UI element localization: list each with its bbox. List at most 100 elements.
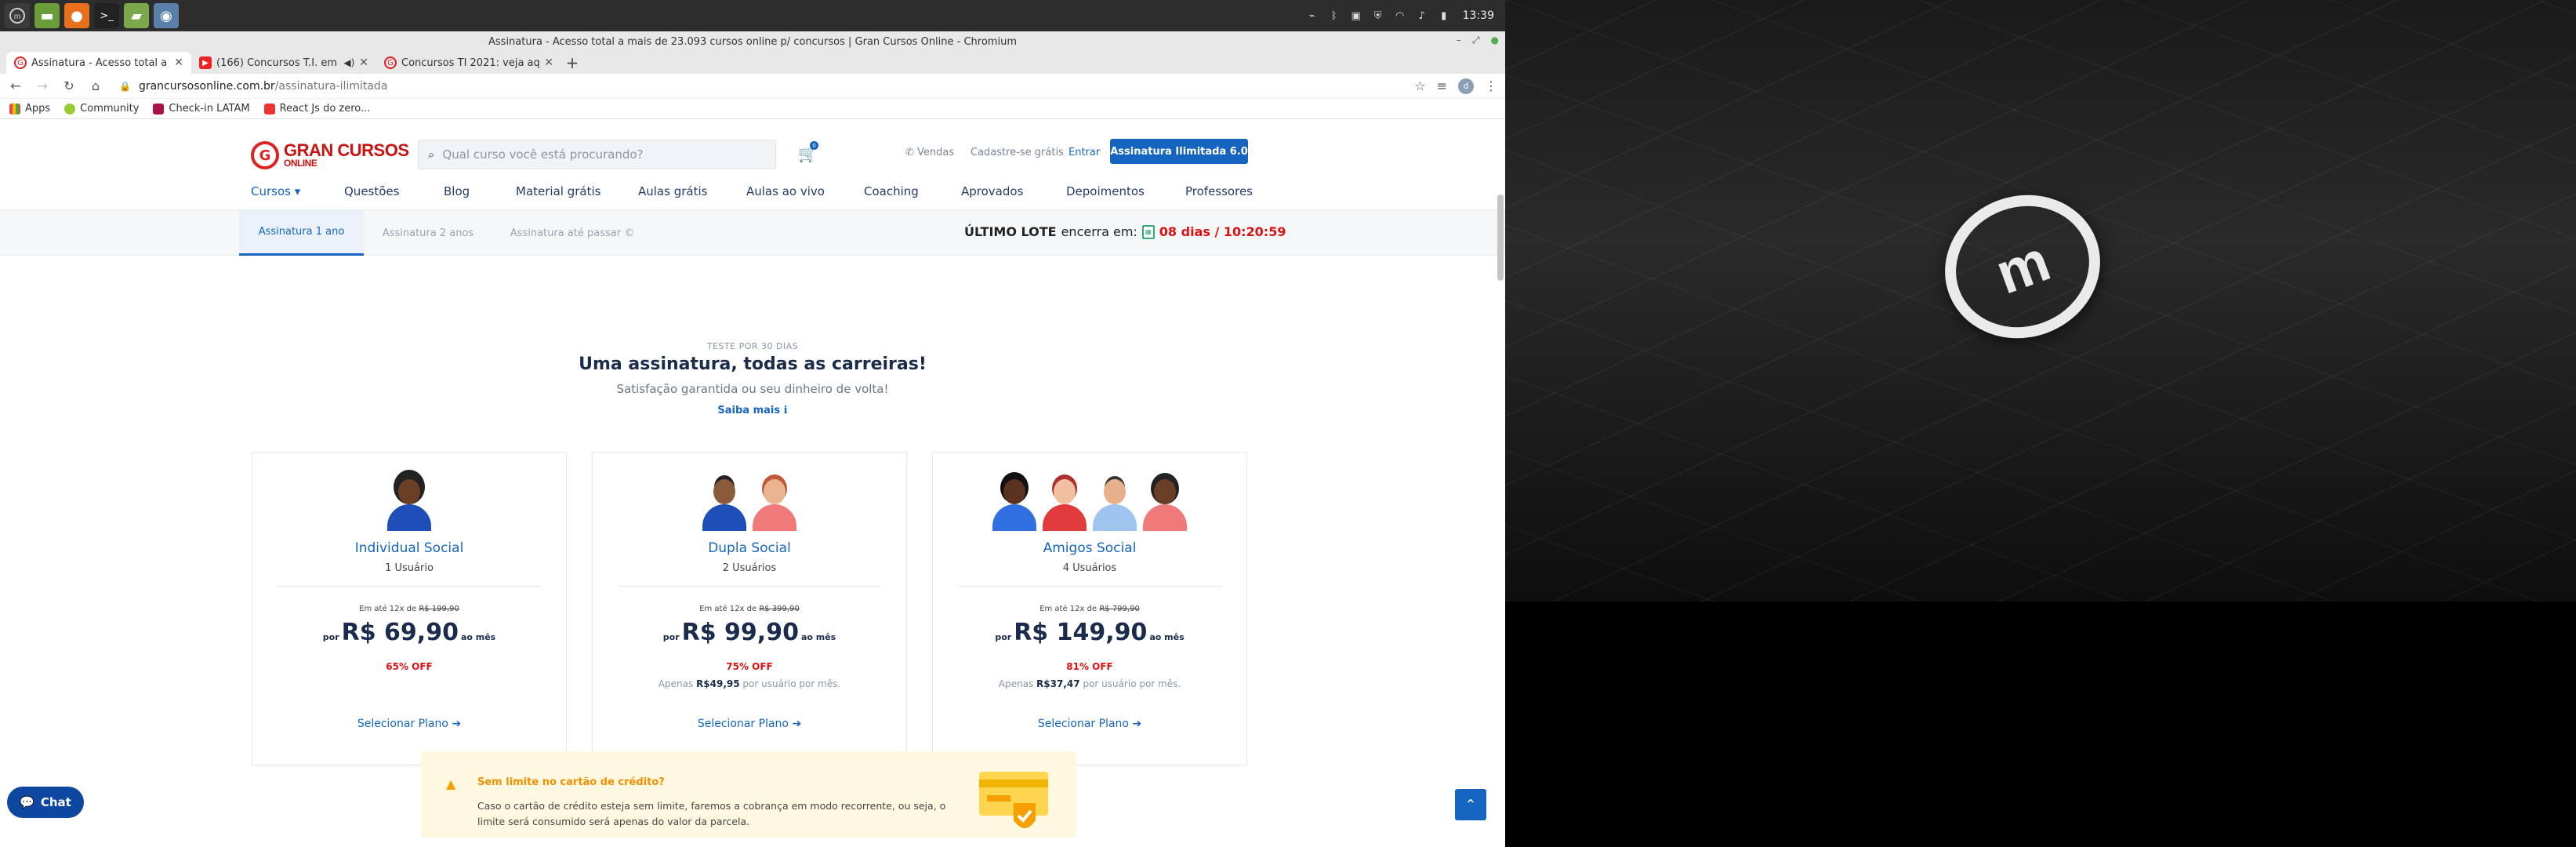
close-icon[interactable]: ● [1491, 35, 1499, 46]
forward-icon[interactable]: → [34, 78, 50, 93]
chat-button[interactable]: 💬 Chat [7, 787, 84, 818]
nav-professores[interactable]: Professores [1185, 184, 1253, 198]
address-bar[interactable]: 🔒 grancursosonline.com.br/assinatura-ili… [114, 76, 1403, 96]
bookmark-react[interactable]: React Js do zero... [263, 103, 370, 115]
select-plan-button[interactable]: Selecionar Plano ➔ [933, 718, 1246, 730]
scrollbar[interactable] [1497, 194, 1504, 281]
terminal-icon[interactable]: >_ [94, 3, 119, 28]
nav-coaching[interactable]: Coaching [864, 184, 919, 198]
bookmark-latam[interactable]: Check-in LATAM [153, 103, 250, 115]
firefox-icon[interactable]: ● [64, 3, 89, 28]
chevron-up-icon: ⌃ [1464, 796, 1477, 813]
react-icon [263, 103, 275, 115]
select-plan-button[interactable]: Selecionar Plano ➔ [593, 718, 906, 730]
minimize-icon[interactable]: – [1457, 35, 1461, 46]
people-illustration [933, 478, 1246, 531]
tab-ate-passar[interactable]: Assinatura até passar © [502, 210, 643, 256]
svg-text:m: m [14, 13, 20, 21]
files-icon[interactable]: ▬ [34, 3, 60, 28]
bookmark-community[interactable]: Community [64, 103, 139, 115]
price: R$ 99,90 [681, 619, 799, 646]
search-icon: ⌕ [428, 147, 435, 162]
youtube-icon: ▶ [199, 56, 212, 69]
nav-blog[interactable]: Blog [444, 184, 470, 198]
gran-favicon-icon: G [14, 56, 27, 69]
battery-icon[interactable]: ▮ [1438, 9, 1450, 22]
credit-card-alert: ▲ Sem limite no cartão de crédito? Caso … [421, 751, 1076, 838]
apps-grid-icon [9, 103, 20, 115]
saiba-mais-link[interactable]: Saiba mais ℹ [0, 405, 1505, 416]
entrar-link[interactable]: Entrar [1068, 147, 1100, 158]
page-title: Uma assinatura, todas as carreiras! [579, 354, 927, 374]
tab-2-anos[interactable]: Assinatura 2 anos [367, 210, 489, 256]
back-icon[interactable]: ← [8, 78, 24, 93]
calendar-icon: ▦ [1141, 224, 1155, 239]
cadastre-link[interactable]: Cadastre-se grátis [971, 147, 1064, 158]
tab-1-ano[interactable]: Assinatura 1 ano [239, 210, 364, 256]
scroll-top-button[interactable]: ⌃ [1455, 789, 1486, 820]
bluetooth-icon[interactable]: ᛒ [1328, 9, 1341, 22]
profile-avatar[interactable]: d [1458, 78, 1474, 94]
new-tab-button[interactable]: + [561, 52, 583, 74]
web-page: G GRAN CURSOS ONLINE ⌕ Qual curso você es… [0, 132, 1505, 847]
assinatura-button[interactable]: Assinatura Ilimitada 6.0 [1110, 139, 1248, 164]
latam-icon [153, 103, 165, 115]
community-icon [64, 103, 76, 115]
discount-badge: 75% OFF [726, 661, 773, 672]
audio-icon[interactable]: ◀) [343, 57, 354, 68]
nav-questoes[interactable]: Questões [344, 184, 399, 198]
plan-tabs: Assinatura 1 ano Assinatura 2 anos Assin… [0, 210, 1505, 256]
star-icon[interactable]: ☆ [1414, 78, 1425, 93]
nav-aulas-vivo[interactable]: Aulas ao vivo [746, 184, 825, 198]
nav-depoimentos[interactable]: Depoimentos [1066, 184, 1145, 198]
kicker: TESTE POR 30 DIAS [706, 341, 799, 351]
select-plan-button[interactable]: Selecionar Plano ➔ [252, 718, 566, 730]
gran-logo[interactable]: G GRAN CURSOS ONLINE [251, 141, 409, 169]
close-tab-icon[interactable]: ✕ [544, 56, 553, 69]
whatsapp-icon: ✆ [905, 147, 914, 158]
clock[interactable]: 13:39 [1463, 9, 1494, 22]
chromium-icon[interactable]: ◉ [154, 3, 179, 28]
menu-dots-icon[interactable]: ⋮ [1485, 78, 1497, 93]
tab-assinatura[interactable]: G Assinatura - Acesso total a mais ✕ [6, 52, 191, 74]
folder-icon[interactable]: ▰ [124, 3, 149, 28]
warning-icon: ▲ [446, 776, 456, 791]
home-icon[interactable]: ⌂ [88, 78, 103, 93]
cart-badge: 0 [810, 141, 818, 150]
cart-icon[interactable]: 🛒 0 [798, 141, 818, 163]
nav-material[interactable]: Material grátis [516, 184, 600, 198]
nav-cursos[interactable]: Cursos ▾ [251, 184, 300, 198]
vendas-link[interactable]: ✆ Vendas [905, 147, 954, 158]
discount-badge: 81% OFF [1066, 661, 1113, 672]
maximize-icon[interactable]: ⤢ [1472, 35, 1480, 46]
wifi-icon[interactable]: ◠ [1394, 9, 1406, 22]
discount-badge: 65% OFF [386, 661, 433, 672]
chat-icon: 💬 [20, 795, 34, 809]
tab-concursos[interactable]: G Concursos TI 2021: veja aqui as ✕ [376, 52, 561, 74]
search-input[interactable]: ⌕ Qual curso você está procurando? [418, 140, 776, 169]
menu-icon[interactable]: m [5, 3, 30, 28]
plan-card-dupla: Dupla Social 2 Usuários Em até 12x de R$… [592, 452, 907, 765]
shield-icon[interactable]: ⛨ [1372, 9, 1384, 22]
reload-icon[interactable]: ↻ [61, 78, 77, 93]
window-title: Assinatura - Acesso total a mais de 23.0… [488, 35, 1017, 48]
plan-card-individual: Individual Social 1 Usuário Em até 12x d… [252, 452, 567, 765]
close-tab-icon[interactable]: ✕ [359, 56, 368, 69]
close-tab-icon[interactable]: ✕ [174, 56, 183, 69]
clipboard-icon[interactable]: ▣ [1350, 9, 1362, 22]
volume-icon[interactable]: ♪ [1416, 9, 1428, 22]
tab-youtube[interactable]: ▶ (166) Concursos T.I. em 2021 ◀) ✕ [191, 52, 376, 74]
gran-favicon-icon: G [384, 56, 397, 69]
reading-list-icon[interactable]: ≡ [1437, 78, 1447, 93]
nav-aprovados[interactable]: Aprovados [961, 184, 1023, 198]
price: R$ 69,90 [341, 619, 459, 646]
people-illustration [593, 478, 906, 531]
bookmark-apps[interactable]: Apps [9, 103, 50, 115]
gran-logo-icon: G [251, 141, 279, 169]
credit-card-icon [979, 772, 1048, 828]
people-illustration [252, 478, 566, 531]
nav-aulas-gratis[interactable]: Aulas grátis [638, 184, 707, 198]
lock-icon: 🔒 [119, 80, 131, 92]
desktop-wallpaper: m [1505, 0, 2576, 602]
usb-icon[interactable]: ⌁ [1306, 9, 1319, 22]
